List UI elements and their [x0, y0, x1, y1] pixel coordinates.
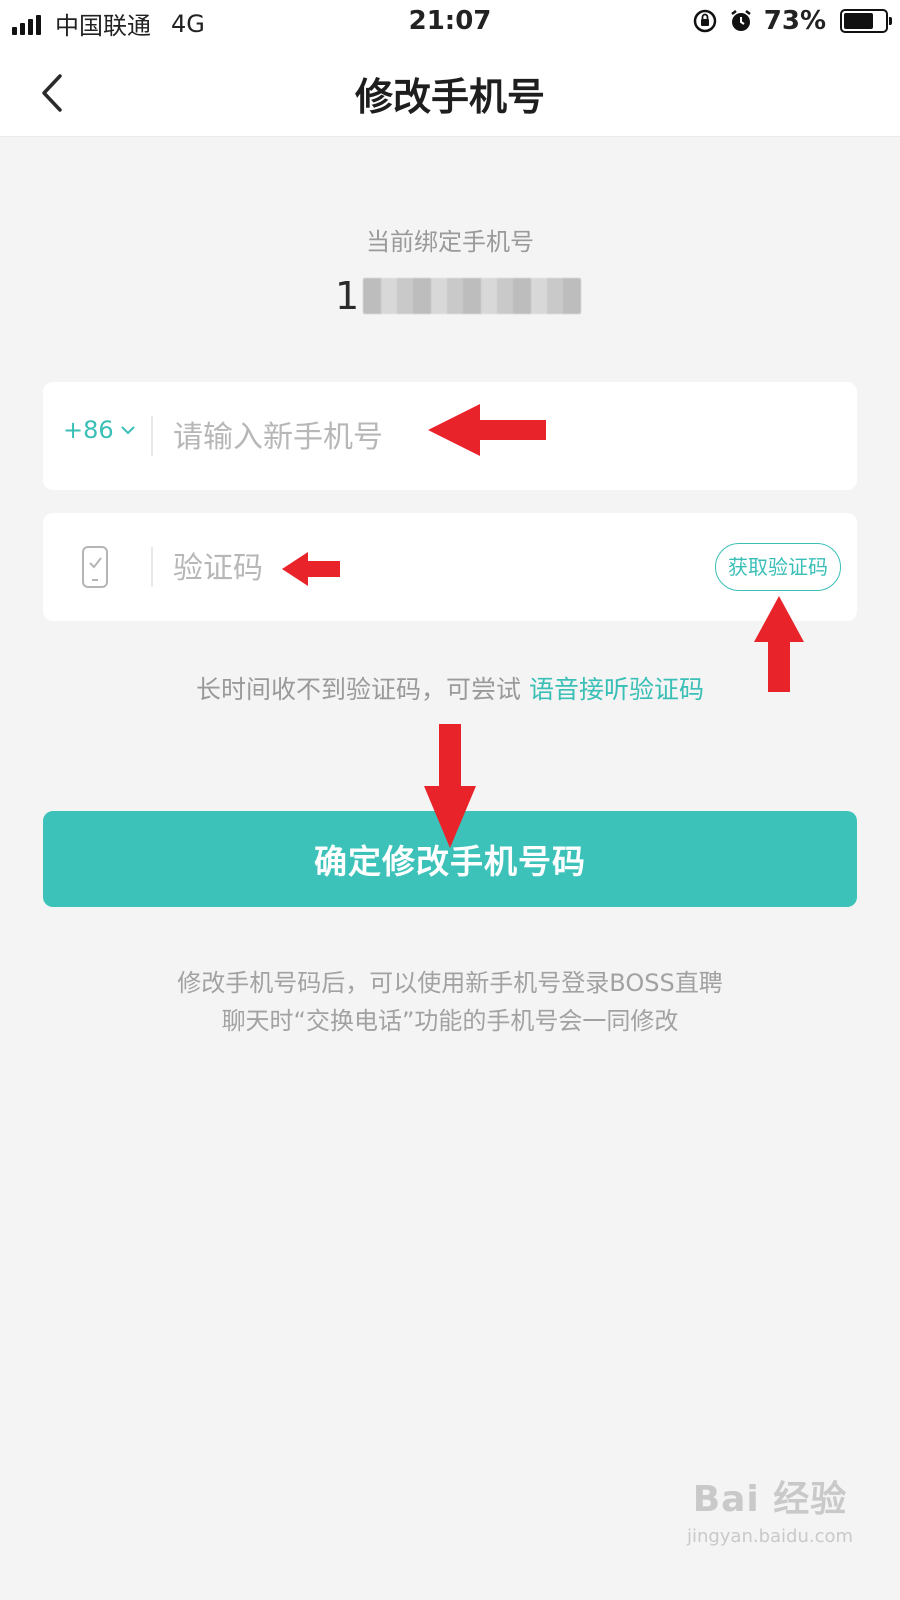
battery-icon: [840, 9, 892, 33]
annotation-arrow-phone: [428, 404, 546, 456]
country-code-value: +86: [63, 416, 114, 444]
field-divider: [151, 547, 153, 587]
status-right: 73%: [692, 6, 892, 36]
footnote-line-2: 聊天时“交换电话”功能的手机号会一同修改: [221, 1007, 679, 1035]
masked-number-blur: [363, 278, 582, 314]
current-number: 1: [335, 274, 582, 318]
footnote: 修改手机号码后，可以使用新手机号登录BOSS直聘 聊天时“交换电话”功能的手机号…: [0, 964, 900, 1040]
status-bar: 中国联通 4G 21:07 73%: [0, 0, 900, 46]
alarm-icon: [731, 10, 751, 31]
get-code-button[interactable]: 获取验证码: [715, 543, 841, 591]
new-phone-input[interactable]: [171, 408, 675, 466]
voice-hint-text: 长时间收不到验证码，可尝试: [196, 675, 522, 704]
nav-bar: 修改手机号: [0, 46, 900, 137]
baidu-watermark: Bai 经验 jingyan.baidu.com: [680, 1470, 860, 1547]
current-number-visible: 1: [335, 274, 360, 318]
annotation-arrow-code: [282, 552, 340, 586]
verification-code-input[interactable]: [171, 539, 555, 597]
voice-code-link[interactable]: 语音接听验证码: [529, 675, 704, 704]
field-divider: [151, 416, 153, 456]
rotation-lock-icon: [693, 9, 717, 33]
battery-fill: [844, 13, 874, 29]
verification-code-card: 获取验证码: [43, 513, 857, 621]
page-title: 修改手机号: [354, 75, 545, 119]
watermark-url: jingyan.baidu.com: [686, 1526, 854, 1547]
annotation-arrow-get-code: [754, 596, 804, 692]
chevron-down-icon: [120, 426, 135, 435]
country-code-select[interactable]: +86: [63, 416, 136, 444]
current-number-label: 当前绑定手机号: [366, 228, 534, 256]
battery-percent: 73%: [763, 6, 826, 36]
watermark-brand: Bai 经验: [692, 1479, 848, 1520]
footnote-line-1: 修改手机号码后，可以使用新手机号登录BOSS直聘: [177, 969, 723, 997]
annotation-arrow-confirm: [424, 724, 476, 848]
phone-check-icon: [82, 546, 108, 588]
